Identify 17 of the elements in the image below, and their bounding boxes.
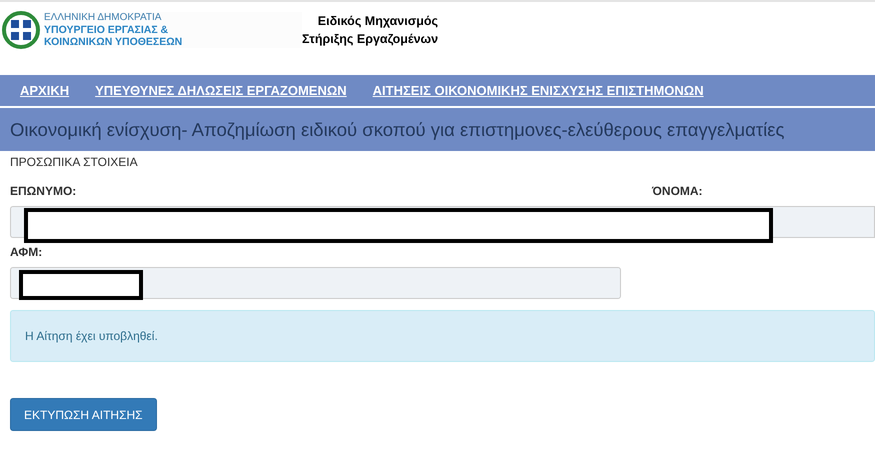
field-label: ΕΠΩΝΥΜΟ:	[10, 184, 78, 198]
print-button[interactable]: ΕΚΤΥΠΩΣΗ ΑΙΤΗΣΗΣ	[10, 398, 157, 431]
app-title: Ειδικός Μηχανισμός	[318, 12, 438, 30]
success-alert: Η Αίτηση έχει υποβληθεί.	[10, 310, 875, 362]
field-label: ΑΦΜ:	[10, 245, 44, 259]
input-field[interactable]	[10, 267, 621, 299]
ministry-name: ΕΛΛΗΝΙΚΗ ΔΗΜΟΚΡΑΤΙΑ	[44, 12, 162, 24]
ministry-name: ΥΠΟΥΡΓΕΙΟ ΕΡΓΑΣΙΑΣ &	[44, 24, 170, 36]
section-heading: ΠΡΟΣΩΠΙΚΑ ΣΤΟΙΧΕΙΑ	[10, 155, 139, 169]
nav-link[interactable]: ΑΙΤΗΣΕΙΣ ΟΙΚΟΝΟΜΙΚΗΣ ΕΝΙΣΧΥΣΗΣ ΕΠΙΣΤΗΜΟΝΩΝ	[372, 83, 704, 98]
emblem-icon	[2, 10, 40, 48]
ministry-name: ΚΟΙΝΩΝΙΚΩΝ ΥΠΟΘΕΣΕΩΝ	[44, 36, 184, 48]
page-title: Οικονομική ενίσχυση- Αποζημίωση ειδικού σκοπού για επιστημονες-ελεύθερους επαγγελματίες	[0, 108, 875, 151]
nav-link[interactable]: ΑΡΧΙΚΗ	[20, 83, 70, 98]
field-label: ΌΝΟΜΑ:	[652, 184, 704, 198]
nav-link[interactable]: ΥΠΕΥΘΥΝΕΣ ΔΗΛΩΣΕΙΣ ΕΡΓΑΖΟΜΕΝΩΝ	[95, 83, 347, 98]
app-title: Στήριξης Εργαζομένων	[302, 30, 438, 48]
